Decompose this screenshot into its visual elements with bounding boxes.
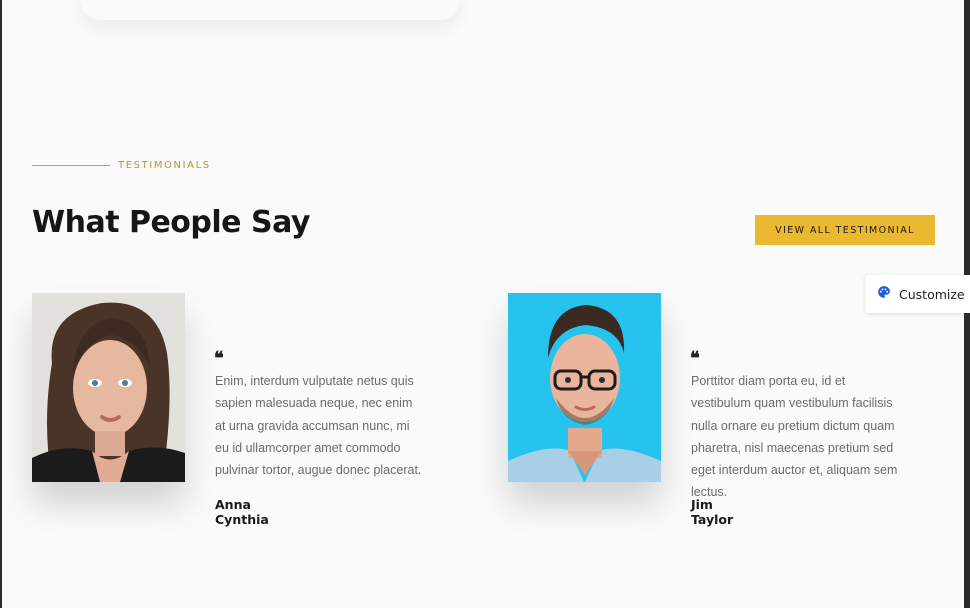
customize-button[interactable]: Customize bbox=[865, 275, 970, 313]
view-all-testimonial-button[interactable]: VIEW ALL TESTIMONIAL bbox=[755, 215, 935, 245]
customize-label: Customize bbox=[899, 286, 965, 302]
testimonial-photo bbox=[508, 293, 661, 482]
testimonial-author: Anna Cynthia bbox=[215, 497, 269, 527]
testimonial-author: Jim Taylor bbox=[691, 497, 734, 527]
eyebrow-line bbox=[32, 165, 110, 166]
testimonial-text: Enim, interdum vulputate netus quis sapi… bbox=[215, 374, 422, 478]
window-border-left bbox=[0, 0, 2, 608]
testimonial-photo bbox=[32, 293, 185, 482]
eyebrow-label: TESTIMONIALS bbox=[118, 160, 211, 171]
section-eyebrow: TESTIMONIALS bbox=[32, 160, 211, 171]
testimonial-text: Porttitor diam porta eu, id et vestibulu… bbox=[691, 374, 898, 500]
section-title: What People Say bbox=[32, 205, 310, 240]
palette-icon bbox=[877, 285, 891, 304]
quote-icon: ❝ bbox=[214, 348, 224, 369]
previous-card-shadow bbox=[80, 0, 460, 20]
quote-icon: ❝ bbox=[690, 348, 700, 369]
